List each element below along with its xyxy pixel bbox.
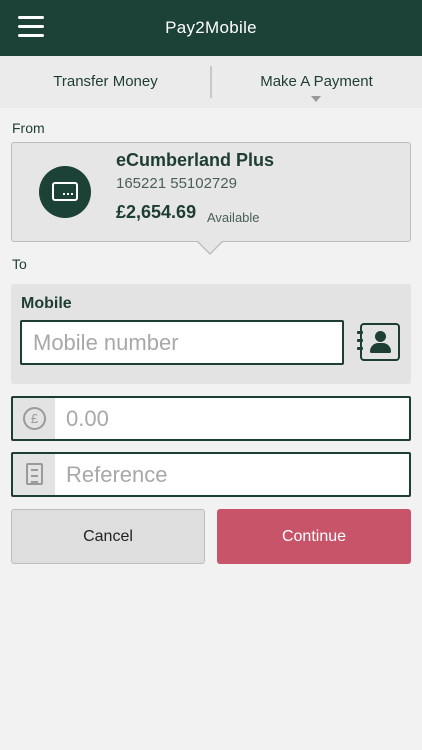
mobile-recipient-section: Mobile bbox=[11, 284, 411, 384]
continue-button[interactable]: Continue bbox=[217, 509, 411, 564]
from-label: From bbox=[12, 120, 45, 136]
page-title: Pay2Mobile bbox=[165, 18, 257, 37]
credit-card-icon bbox=[39, 166, 91, 218]
reference-input[interactable] bbox=[55, 454, 409, 495]
account-number: 165221 55102729 bbox=[116, 175, 237, 192]
amount-icon-box: £ bbox=[13, 398, 55, 439]
reference-icon-box bbox=[13, 454, 55, 495]
amount-field: £ bbox=[11, 396, 411, 441]
chevron-down-icon bbox=[311, 96, 321, 102]
balance-note: Available bbox=[207, 210, 260, 225]
pound-icon: £ bbox=[23, 407, 46, 430]
account-name: eCumberland Plus bbox=[116, 150, 275, 170]
amount-input[interactable] bbox=[55, 398, 409, 439]
payment-tabs: Transfer Money Make A Payment bbox=[0, 56, 422, 108]
document-icon bbox=[26, 463, 43, 485]
to-label: To bbox=[12, 256, 27, 272]
app-header: Pay2Mobile bbox=[0, 0, 422, 56]
cancel-button[interactable]: Cancel bbox=[11, 509, 205, 564]
tab-label: Make A Payment bbox=[260, 73, 373, 90]
from-account-card[interactable]: eCumberland Plus 165221 55102729 £2,654.… bbox=[11, 142, 411, 242]
account-balance: £2,654.69 bbox=[116, 202, 197, 222]
tab-transfer-money[interactable]: Transfer Money bbox=[0, 56, 211, 108]
tab-make-a-payment[interactable]: Make A Payment bbox=[211, 56, 422, 108]
address-book-icon[interactable] bbox=[357, 323, 400, 361]
mobile-label: Mobile bbox=[21, 295, 72, 312]
reference-field bbox=[11, 452, 411, 497]
mobile-number-input[interactable] bbox=[20, 320, 344, 365]
card-pointer-fill bbox=[198, 241, 222, 253]
